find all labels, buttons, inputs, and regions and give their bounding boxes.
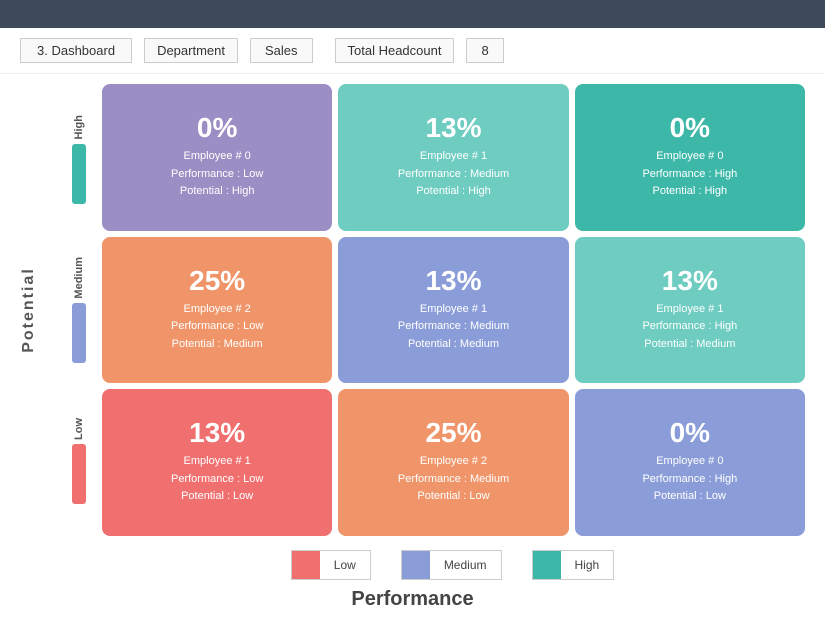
cell-percent-0-2: 0%	[670, 114, 710, 142]
row-label-medium-text: Medium	[73, 257, 85, 299]
legend-label-high: High	[561, 558, 614, 572]
cell-info-1-0: Employee # 2Performance : LowPotential :…	[171, 301, 263, 354]
cell-info-2-2: Employee # 0Performance : HighPotential …	[642, 453, 737, 506]
content-area: Potential High Medium Low 0% Employee # 0…	[0, 74, 825, 544]
row-label-low-text: Low	[73, 418, 85, 440]
row-label-high: High	[60, 84, 98, 235]
legend-swatch-high	[533, 551, 561, 579]
legend-swatch-low	[292, 551, 320, 579]
legend-label-low: Low	[320, 558, 370, 572]
cell-info-0-2: Employee # 0Performance : HighPotential …	[642, 148, 737, 201]
legend-swatch-medium	[402, 551, 430, 579]
headcount-label: Total Headcount	[335, 38, 455, 63]
y-axis-container: Potential	[20, 84, 60, 536]
grid-cell-1-1[interactable]: 13% Employee # 1Performance : MediumPoten…	[338, 237, 568, 384]
cell-percent-0-0: 0%	[197, 114, 237, 142]
row-label-low: Low	[60, 385, 98, 536]
dashboard-title: 3. Dashboard	[20, 38, 132, 63]
top-bar	[0, 0, 825, 28]
cell-info-1-1: Employee # 1Performance : MediumPotentia…	[398, 301, 509, 354]
row-label-high-text: High	[73, 115, 85, 139]
row-label-medium: Medium	[60, 235, 98, 386]
cell-percent-1-2: 13%	[662, 267, 718, 295]
headcount-value: 8	[466, 38, 503, 63]
grid-cell-0-1[interactable]: 13% Employee # 1Performance : MediumPoten…	[338, 84, 568, 231]
cell-percent-2-1: 25%	[425, 419, 481, 447]
cell-percent-2-2: 0%	[670, 419, 710, 447]
legend-row: Low Medium High	[291, 550, 614, 580]
dept-label: Department	[144, 38, 238, 63]
row-bar-medium	[72, 303, 86, 363]
legend-item-low: Low	[291, 550, 371, 580]
y-axis-label: Potential	[20, 267, 38, 353]
grid-cell-1-2[interactable]: 13% Employee # 1Performance : HighPotenti…	[575, 237, 805, 384]
cell-info-2-0: Employee # 1Performance : LowPotential :…	[171, 453, 263, 506]
grid-row-0: 0% Employee # 0Performance : LowPotential…	[102, 84, 805, 231]
legend-label-medium: Medium	[430, 558, 501, 572]
dept-value: Sales	[250, 38, 313, 63]
x-axis-label: Performance	[351, 588, 473, 611]
cell-info-2-1: Employee # 2Performance : MediumPotentia…	[398, 453, 509, 506]
row-bar-low	[72, 444, 86, 504]
grid-area: 0% Employee # 0Performance : LowPotential…	[102, 84, 805, 536]
row-labels: High Medium Low	[60, 84, 98, 536]
grid-cell-0-0[interactable]: 0% Employee # 0Performance : LowPotential…	[102, 84, 332, 231]
row-bar-high	[72, 144, 86, 204]
grid-cell-2-1[interactable]: 25% Employee # 2Performance : MediumPoten…	[338, 389, 568, 536]
grid-cell-2-2[interactable]: 0% Employee # 0Performance : HighPotentia…	[575, 389, 805, 536]
cell-percent-1-1: 13%	[425, 267, 481, 295]
header: 3. Dashboard Department Sales Total Head…	[0, 28, 825, 74]
cell-info-0-1: Employee # 1Performance : MediumPotentia…	[398, 148, 509, 201]
cell-percent-1-0: 25%	[189, 267, 245, 295]
grid-row-2: 13% Employee # 1Performance : LowPotentia…	[102, 389, 805, 536]
cell-percent-2-0: 13%	[189, 419, 245, 447]
grid-cell-2-0[interactable]: 13% Employee # 1Performance : LowPotentia…	[102, 389, 332, 536]
bottom-area: Low Medium High Performance	[0, 544, 825, 619]
main-container: 3. Dashboard Department Sales Total Head…	[0, 28, 825, 619]
grid-cell-1-0[interactable]: 25% Employee # 2Performance : LowPotentia…	[102, 237, 332, 384]
cell-percent-0-1: 13%	[425, 114, 481, 142]
cell-info-0-0: Employee # 0Performance : LowPotential :…	[171, 148, 263, 201]
legend-item-medium: Medium	[401, 550, 502, 580]
cell-info-1-2: Employee # 1Performance : HighPotential …	[642, 301, 737, 354]
grid-cell-0-2[interactable]: 0% Employee # 0Performance : HighPotentia…	[575, 84, 805, 231]
legend-item-high: High	[532, 550, 615, 580]
grid-row-1: 25% Employee # 2Performance : LowPotentia…	[102, 237, 805, 384]
